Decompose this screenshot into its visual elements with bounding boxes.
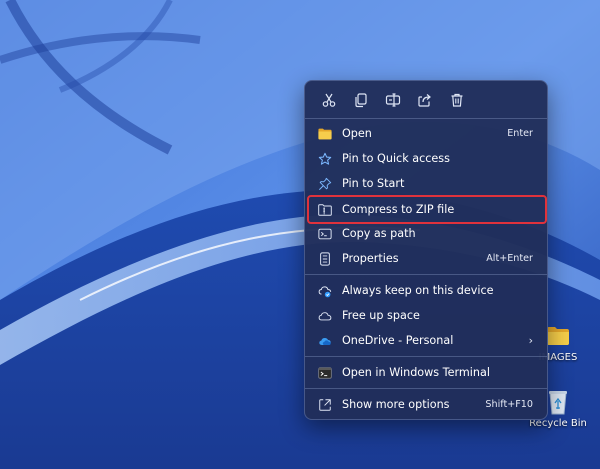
share-icon [418,94,431,107]
terminal-icon [317,365,333,381]
copy-button[interactable] [345,86,377,114]
menu-item-label: Open in Windows Terminal [342,366,490,379]
context-menu-toolbar [305,81,547,119]
menu-item-shortcut: Enter [507,128,533,139]
menu-item-pin-start[interactable]: Pin to Start [309,171,543,196]
menu-separator [305,118,547,119]
menu-item-compress-zip[interactable]: Compress to ZIP file [307,195,547,224]
cloud-check-icon [317,283,333,299]
folder-icon [317,126,333,142]
menu-item-pin-quick-access[interactable]: Pin to Quick access [309,146,543,171]
cut-button[interactable] [313,86,345,114]
star-icon [317,151,333,167]
cloud-icon [317,308,333,324]
trash-icon [451,93,463,107]
menu-separator [305,356,547,357]
menu-item-label: Copy as path [342,227,416,240]
menu-item-shortcut: Shift+F10 [485,399,533,410]
chevron-right-icon: › [528,334,533,347]
menu-item-label: Always keep on this device [342,284,494,297]
onedrive-icon [317,333,333,349]
menu-item-label: OneDrive - Personal [342,334,454,347]
share-button[interactable] [409,86,441,114]
properties-icon [317,251,333,267]
rename-icon [385,93,401,107]
menu-item-open[interactable]: Open Enter [309,121,543,146]
menu-item-free-up-space[interactable]: Free up space [309,303,543,328]
menu-item-copy-path[interactable]: Copy as path [309,221,543,246]
menu-item-label: Compress to ZIP file [342,203,455,216]
menu-item-windows-terminal[interactable]: Open in Windows Terminal [309,360,543,385]
delete-button[interactable] [441,86,473,114]
menu-item-label: Properties [342,252,399,265]
expand-icon [317,397,333,413]
zip-folder-icon [317,202,333,218]
menu-item-label: Open [342,127,372,140]
context-menu: Open Enter Pin to Quick access Pin to St… [304,80,548,420]
menu-item-label: Show more options [342,398,450,411]
menu-separator [305,274,547,275]
menu-item-onedrive[interactable]: OneDrive - Personal › [309,328,543,353]
menu-item-label: Pin to Start [342,177,405,190]
menu-item-show-more-options[interactable]: Show more options Shift+F10 [309,392,543,417]
copy-icon [355,93,367,108]
folder-icon [544,322,572,350]
menu-item-label: Pin to Quick access [342,152,450,165]
menu-item-shortcut: Alt+Enter [486,253,533,264]
menu-item-properties[interactable]: Properties Alt+Enter [309,246,543,271]
menu-item-always-keep[interactable]: Always keep on this device [309,278,543,303]
menu-item-label: Free up space [342,309,420,322]
menu-separator [305,388,547,389]
path-icon [317,226,333,242]
recycle-bin-icon [544,388,572,416]
pin-icon [317,176,333,192]
scissors-icon [322,93,336,107]
rename-button[interactable] [377,86,409,114]
